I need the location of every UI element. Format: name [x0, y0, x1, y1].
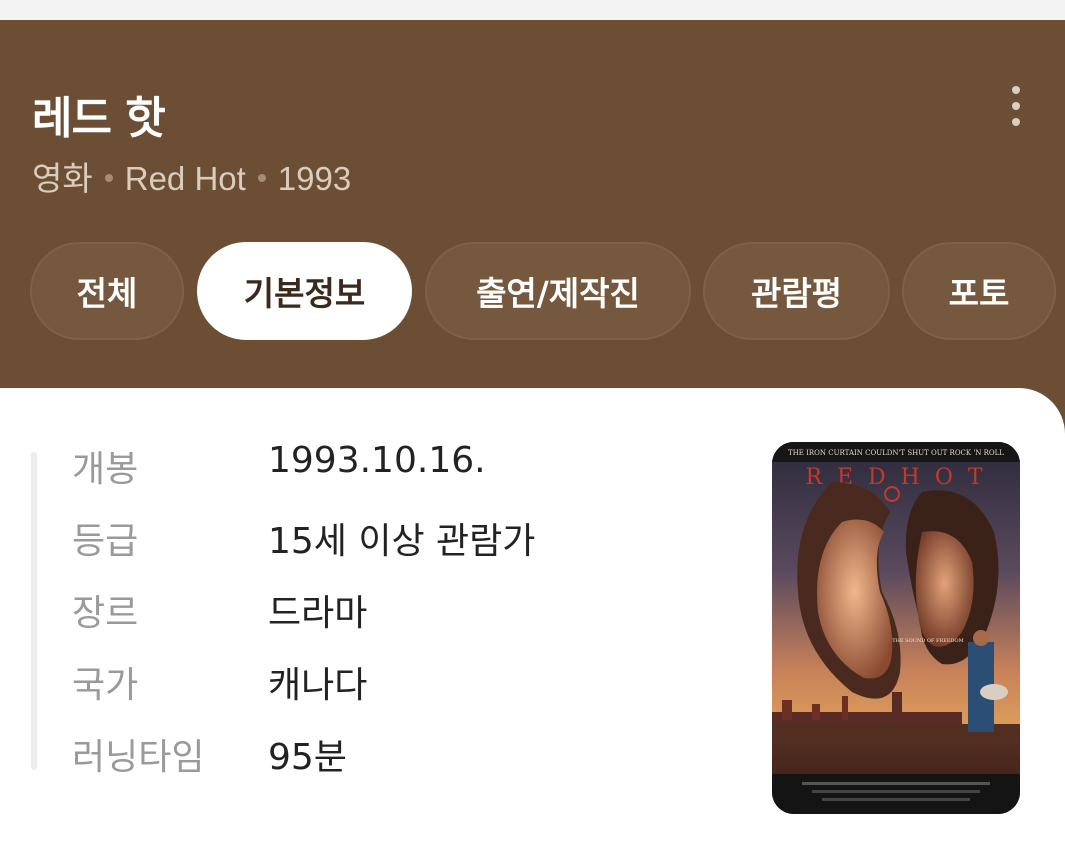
basic-info-card: 개봉 1993.10.16. 등급 15세 이상 관람가 장르 드라마 국가 캐… [0, 388, 1065, 858]
tab-bar: 전체 기본정보 출연/제작진 관람평 포토 [0, 242, 1065, 344]
info-label: 장르 [72, 593, 139, 634]
poster-tagline: THE IRON CURTAIN COULDN'T SHUT OUT ROCK … [788, 449, 1004, 457]
movie-title: 레드 핫 [32, 93, 166, 144]
tab-basic-info[interactable]: 기본정보 [197, 242, 412, 340]
tab-cast-crew[interactable]: 출연/제작진 [425, 242, 691, 340]
separator-dot [257, 174, 266, 183]
separator-dot [104, 174, 113, 183]
info-row-runtime: 러닝타임 95분 [72, 728, 752, 784]
info-value: 1993.10.16. [268, 440, 486, 481]
info-row-genre: 장르 드라마 [72, 584, 752, 640]
info-accent-bar [31, 452, 37, 770]
movie-subtitle: 영화 Red Hot 1993 [32, 152, 351, 200]
info-row-country: 국가 캐나다 [72, 656, 752, 712]
tab-photos[interactable]: 포토 [902, 242, 1056, 340]
more-vertical-icon-dot [1012, 102, 1020, 110]
more-vertical-icon-dot [1012, 118, 1020, 126]
more-options-button[interactable] [996, 84, 1036, 128]
info-label: 러닝타임 [72, 737, 205, 778]
info-value: 드라마 [268, 593, 368, 634]
poster-image: THE IRON CURTAIN COULDN'T SHUT OUT ROCK … [772, 442, 1020, 814]
subtitle-category: 영화 [32, 160, 93, 197]
info-value: 95분 [268, 737, 347, 778]
status-strip [0, 0, 1065, 20]
more-vertical-icon [1012, 86, 1020, 94]
subtitle-original-title: Red Hot [124, 160, 246, 197]
info-label: 국가 [72, 665, 139, 706]
info-label: 등급 [72, 521, 139, 562]
tab-reviews[interactable]: 관람평 [703, 242, 890, 340]
info-row-rating: 등급 15세 이상 관람가 [72, 512, 752, 568]
movie-header: 레드 핫 영화 Red Hot 1993 전체 기본정보 출연/제작진 관람평 포토 [0, 20, 1065, 390]
info-value: 15세 이상 관람가 [268, 521, 536, 562]
movie-poster[interactable]: THE IRON CURTAIN COULDN'T SHUT OUT ROCK … [772, 442, 1020, 814]
info-row-release: 개봉 1993.10.16. [72, 440, 752, 496]
poster-center-text: THE SOUND OF FREEDOM [892, 638, 964, 644]
info-label: 개봉 [72, 449, 139, 490]
tab-all[interactable]: 전체 [30, 242, 184, 340]
subtitle-year: 1993 [277, 160, 352, 197]
info-value: 캐나다 [268, 665, 368, 706]
